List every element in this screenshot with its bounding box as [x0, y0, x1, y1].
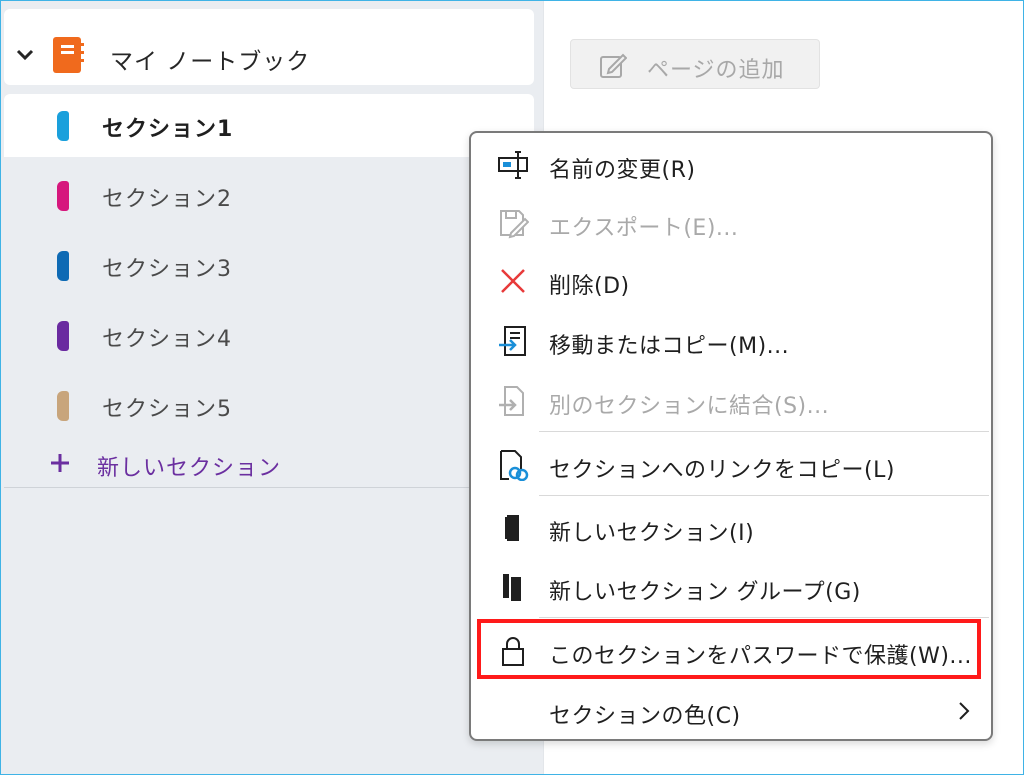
- section-tab-color-icon: [57, 251, 69, 281]
- section-tab-color-icon: [57, 321, 69, 351]
- menu-separator: [539, 617, 989, 618]
- new-section-icon: [497, 512, 529, 544]
- notebook-header[interactable]: マイ ノートブック: [4, 9, 534, 85]
- menu-item-rename[interactable]: 名前の変更(R): [471, 137, 991, 193]
- menu-label: セクションの色(C): [549, 704, 741, 729]
- new-section-label: 新しいセクション: [97, 456, 282, 481]
- section-tab-color-icon: [57, 111, 69, 141]
- menu-label: セクションへのリンクをコピー(L): [549, 458, 895, 483]
- menu-label: 新しいセクション(I): [549, 521, 755, 546]
- section-item-5[interactable]: セクション5: [4, 374, 534, 437]
- menu-separator: [539, 495, 989, 496]
- section-label: セクション5: [102, 397, 232, 422]
- menu-item-delete[interactable]: 削除(D): [471, 253, 991, 309]
- notebook-title: マイ ノートブック: [110, 49, 311, 75]
- menu-label: エクスポート(E)...: [549, 216, 739, 241]
- section-item-2[interactable]: セクション2: [4, 164, 534, 227]
- menu-item-new-section[interactable]: 新しいセクション(I): [471, 500, 991, 556]
- chevron-down-icon[interactable]: [16, 46, 34, 65]
- edit-page-icon: [599, 53, 628, 83]
- plus-icon: [48, 451, 72, 479]
- menu-item-merge[interactable]: 別のセクションに結合(S)...: [471, 373, 991, 429]
- section-tab-color-icon: [57, 391, 69, 421]
- section-item-3[interactable]: セクション3: [4, 234, 534, 297]
- delete-x-icon: [497, 265, 529, 297]
- section-label: セクション3: [102, 257, 232, 282]
- menu-separator: [539, 431, 989, 432]
- rename-icon: [497, 149, 529, 181]
- add-page-label: ページの追加: [647, 58, 785, 83]
- notebook-icon: [51, 35, 85, 79]
- chevron-right-icon: [957, 701, 971, 725]
- menu-item-export[interactable]: エクスポート(E)...: [471, 195, 991, 251]
- copy-link-icon: [497, 449, 529, 482]
- highlight-annotation-box: [477, 619, 981, 679]
- onenote-window: マイ ノートブック セクション1 セクション2 セクション3 セクション4 セク…: [0, 0, 1024, 775]
- menu-label: 別のセクションに結合(S)...: [549, 394, 830, 419]
- export-icon: [497, 207, 530, 239]
- menu-item-copy-link[interactable]: セクションへのリンクをコピー(L): [471, 437, 991, 493]
- nav-divider: [4, 487, 534, 488]
- menu-label: 移動またはコピー(M)...: [549, 334, 790, 359]
- menu-label: 名前の変更(R): [549, 158, 696, 183]
- menu-item-section-color[interactable]: セクションの色(C): [471, 683, 991, 739]
- new-section-button[interactable]: 新しいセクション: [4, 443, 534, 483]
- add-page-button[interactable]: ページの追加: [570, 39, 820, 89]
- menu-label: 削除(D): [549, 274, 630, 299]
- section-label: セクション4: [102, 327, 232, 352]
- section-tab-color-icon: [57, 181, 69, 211]
- move-copy-icon: [497, 325, 529, 357]
- section-label: セクション1: [102, 117, 234, 142]
- menu-item-new-section-group[interactable]: 新しいセクション グループ(G): [471, 559, 991, 615]
- section-item-4[interactable]: セクション4: [4, 304, 534, 367]
- section-label: セクション2: [102, 187, 232, 212]
- section-item-1[interactable]: セクション1: [4, 94, 534, 157]
- menu-label: 新しいセクション グループ(G): [549, 580, 861, 605]
- section-navigation-pane: マイ ノートブック セクション1 セクション2 セクション3 セクション4 セク…: [1, 1, 543, 774]
- menu-item-move-copy[interactable]: 移動またはコピー(M)...: [471, 313, 991, 369]
- new-section-group-icon: [497, 571, 529, 603]
- merge-icon: [497, 385, 529, 417]
